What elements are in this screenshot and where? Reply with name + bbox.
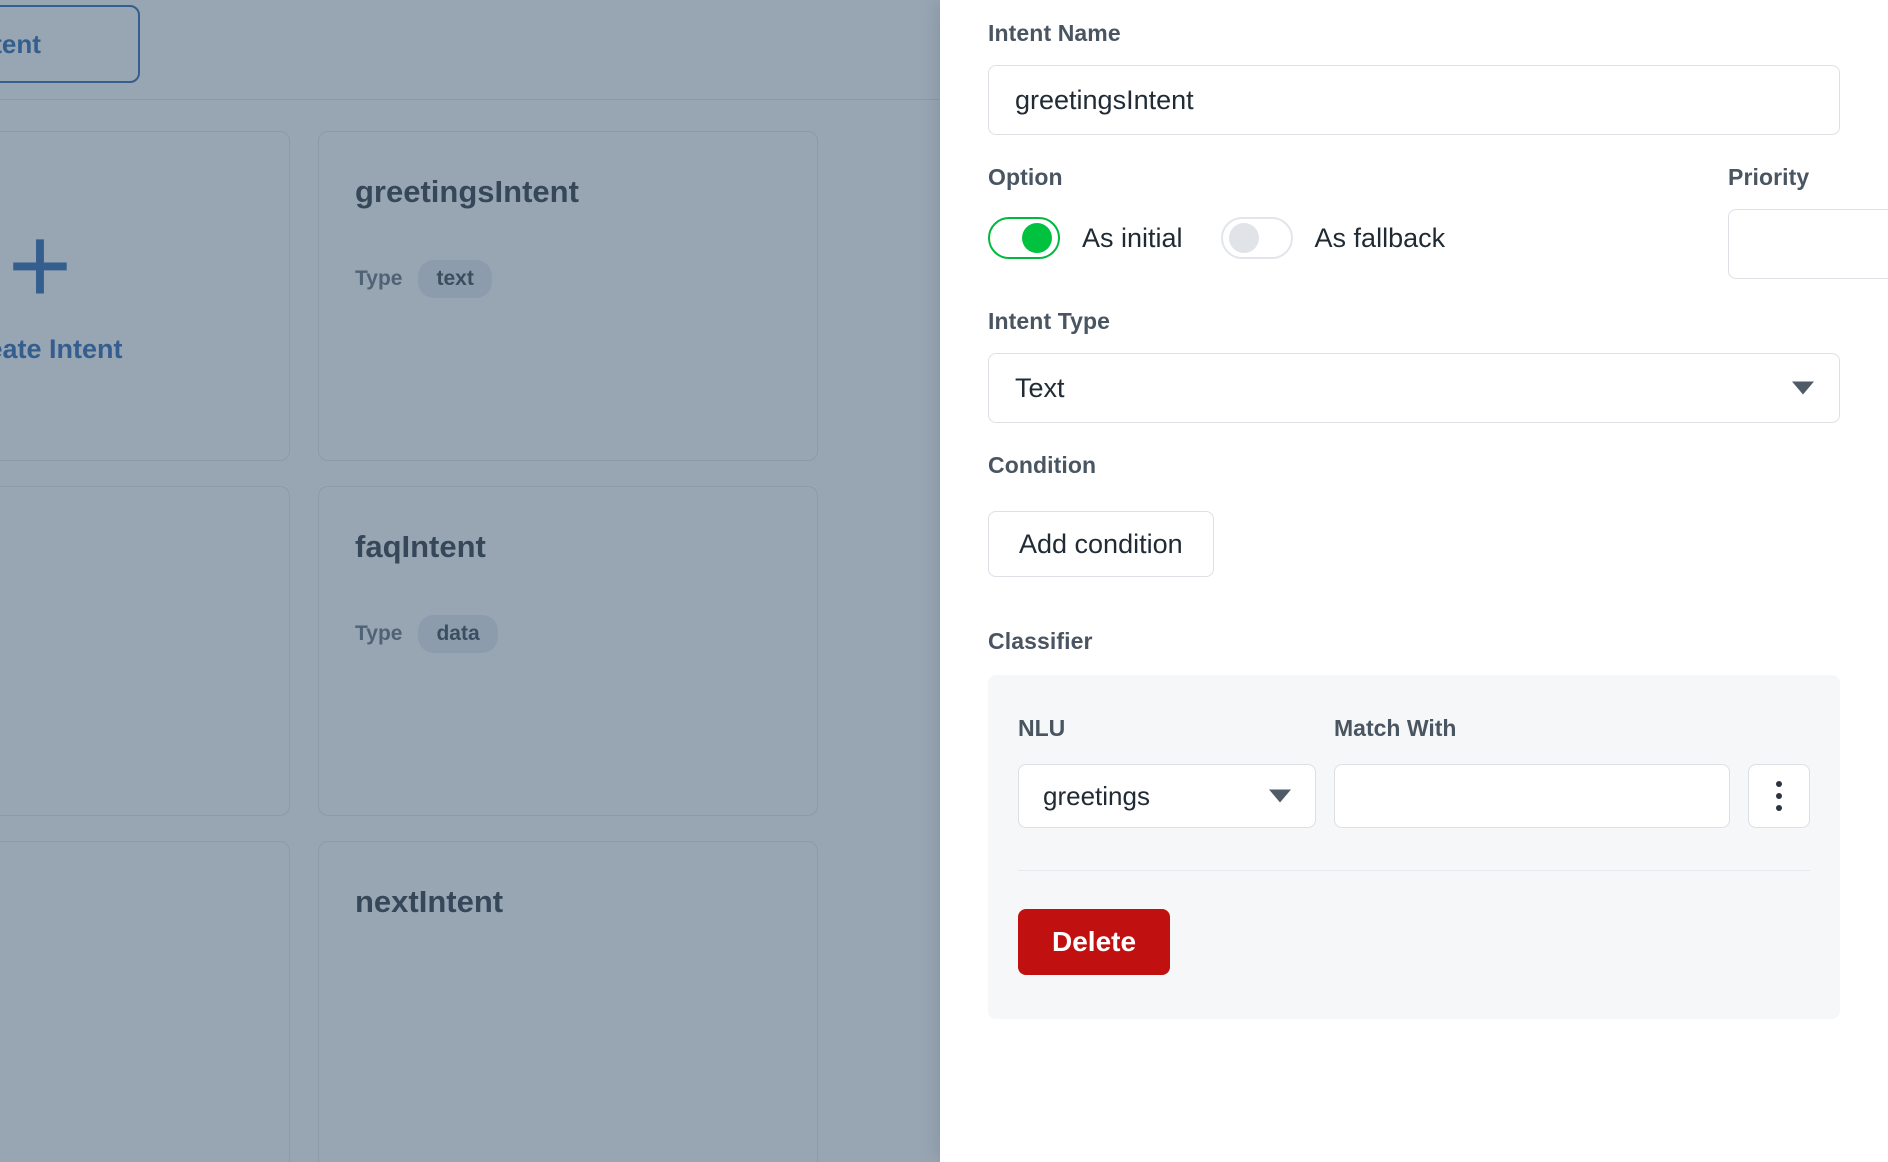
intent-type-selected-value: Text bbox=[1015, 372, 1065, 403]
intent-type-label: Intent Type bbox=[988, 308, 1111, 334]
more-vertical-icon[interactable] bbox=[1748, 764, 1810, 828]
match-with-label: Match With bbox=[1334, 715, 1457, 741]
as-initial-label: As initial bbox=[1082, 222, 1183, 253]
add-condition-button[interactable]: Add condition bbox=[988, 511, 1214, 577]
intent-card[interactable]: faqIntent Type data bbox=[318, 486, 818, 816]
classifier-row: NLU greetings Match With bbox=[1018, 715, 1810, 871]
nlu-select[interactable]: greetings bbox=[1018, 764, 1316, 828]
classifier-field-group: Classifier NLU greetings Match With Dele… bbox=[988, 628, 1840, 1019]
priority-input[interactable] bbox=[1728, 209, 1888, 279]
nlu-selected-value: greetings bbox=[1043, 780, 1150, 811]
match-with-field-group: Match With bbox=[1334, 715, 1730, 828]
app-root: Create Intent + Create Intent greetingsI… bbox=[0, 0, 1888, 1162]
option-label: Option bbox=[988, 164, 1063, 190]
as-fallback-label: As fallback bbox=[1314, 222, 1446, 253]
intent-card-type-label: Type bbox=[355, 622, 403, 645]
add-intent-card[interactable]: + Create Intent bbox=[0, 131, 290, 461]
intent-type-select-wrapper: Text bbox=[988, 353, 1840, 423]
intent-card[interactable] bbox=[0, 486, 290, 816]
chevron-down-icon[interactable] bbox=[1792, 381, 1814, 395]
intent-card-title: nextIntent bbox=[355, 884, 504, 919]
priority-input-wrapper: ▲ ▼ bbox=[1728, 209, 1888, 279]
as-initial-toggle[interactable] bbox=[988, 217, 1060, 259]
delete-button[interactable]: Delete bbox=[1018, 909, 1171, 975]
chevron-down-icon[interactable] bbox=[1269, 789, 1291, 803]
intent-card-type-label: Type bbox=[355, 267, 403, 290]
intent-name-label: Intent Name bbox=[988, 20, 1121, 46]
intent-type-select[interactable]: Text bbox=[988, 353, 1840, 423]
intent-card-title: faqIntent bbox=[355, 529, 486, 564]
classifier-label: Classifier bbox=[988, 628, 1093, 654]
plus-icon: + bbox=[7, 204, 73, 327]
intent-card-type-badge: data bbox=[418, 615, 498, 653]
nlu-field-group: NLU greetings bbox=[1018, 715, 1316, 828]
match-with-input[interactable] bbox=[1334, 764, 1730, 828]
as-initial-toggle-knob bbox=[1022, 223, 1052, 253]
as-fallback-toggle[interactable] bbox=[1220, 217, 1293, 259]
intent-name-field-group: Intent Name bbox=[988, 20, 1840, 135]
intent-card-type-row: Type text bbox=[355, 260, 492, 298]
classifier-actions: Delete bbox=[1018, 871, 1810, 1019]
intent-card-type-badge: text bbox=[418, 260, 492, 298]
intent-card[interactable]: nextIntent bbox=[318, 841, 818, 1162]
intent-card[interactable] bbox=[0, 841, 290, 1162]
priority-field-group: Priority ▲ ▼ bbox=[1728, 164, 1888, 279]
kebab-dot bbox=[1776, 781, 1782, 787]
intent-card[interactable]: greetingsIntent Type text bbox=[318, 131, 818, 461]
background-topbar: Create Intent bbox=[0, 0, 940, 100]
intent-card-title: greetingsIntent bbox=[355, 174, 579, 209]
condition-field-group: Condition Add condition bbox=[988, 452, 1214, 577]
classifier-panel: NLU greetings Match With Delete bbox=[988, 675, 1840, 1019]
kebab-dot bbox=[1776, 793, 1782, 799]
kebab-dot bbox=[1776, 805, 1782, 811]
intent-card-grid: + Create Intent greetingsIntent Type tex… bbox=[0, 101, 940, 1162]
nlu-label: NLU bbox=[1018, 715, 1066, 741]
priority-label: Priority bbox=[1728, 164, 1810, 190]
intent-detail-drawer: Intent Name Option As initial As fallbac… bbox=[940, 0, 1888, 1162]
option-toggle-row: As initial As fallback bbox=[988, 217, 1445, 259]
create-intent-button[interactable]: Create Intent bbox=[0, 5, 140, 83]
condition-label: Condition bbox=[988, 452, 1097, 478]
intent-card-type-row: Type data bbox=[355, 615, 498, 653]
option-field-group: Option As initial As fallback bbox=[988, 164, 1445, 259]
intent-type-field-group: Intent Type Text bbox=[988, 308, 1840, 423]
add-intent-card-label: Create Intent bbox=[0, 334, 123, 364]
as-fallback-toggle-knob bbox=[1228, 223, 1259, 253]
intent-name-input[interactable] bbox=[988, 65, 1840, 135]
